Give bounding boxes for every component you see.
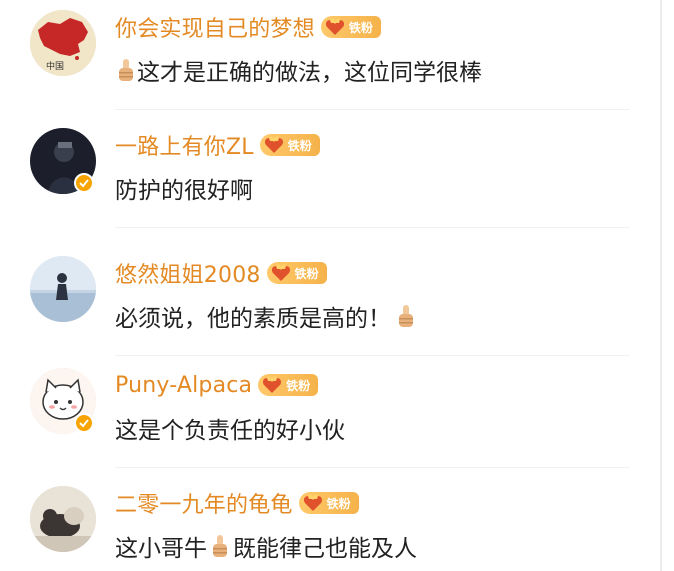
name-row: 悠然姐姐2008 铁粉 xyxy=(115,258,327,288)
username[interactable]: 你会实现自己的梦想 xyxy=(115,11,315,43)
divider xyxy=(115,227,630,228)
comment-text: 这是个负责任的好小伙 xyxy=(115,412,345,444)
avatar[interactable]: 中国 xyxy=(30,10,96,76)
divider xyxy=(115,109,630,110)
heart-crown-icon xyxy=(271,264,290,281)
name-row: Puny-Alpaca 铁粉 xyxy=(115,370,319,400)
thumbs-up-icon xyxy=(209,533,231,559)
comment-list: 中国 你会实现自己的梦想 铁粉 这才是正确的做法，这位同学很棒 一路上有你ZL … xyxy=(0,0,674,571)
sea-avatar-image xyxy=(30,256,96,322)
username[interactable]: Puny-Alpaca xyxy=(115,373,252,398)
username[interactable]: 悠然姐姐2008 xyxy=(115,257,261,289)
comment-item: 中国 你会实现自己的梦想 铁粉 这才是正确的做法，这位同学很棒 xyxy=(30,10,630,110)
username[interactable]: 二零一九年的龟龟 xyxy=(115,487,293,519)
comment-text: 必须说，他的素质是高的！ xyxy=(115,300,417,332)
fan-badge-label: 铁粉 xyxy=(326,496,351,511)
comment-text-content: 必须说，他的素质是高的！ xyxy=(115,306,391,332)
fan-badge-label: 铁粉 xyxy=(294,266,319,281)
fan-badge-label: 铁粉 xyxy=(348,20,373,35)
comment-text-content: 防护的很好啊 xyxy=(115,178,253,204)
comment-text: 这小哥牛 既能律己也能及人 xyxy=(115,530,417,562)
divider xyxy=(115,467,630,468)
comment-item: 悠然姐姐2008 铁粉 必须说，他的素质是高的！ xyxy=(30,256,630,356)
fan-badge[interactable]: 铁粉 xyxy=(259,134,320,156)
thumbs-up-icon xyxy=(115,57,137,83)
fan-badge[interactable]: 铁粉 xyxy=(266,262,327,284)
heart-crown-icon xyxy=(303,494,322,511)
thumbs-up-icon xyxy=(395,303,417,329)
comment-text: 这才是正确的做法，这位同学很棒 xyxy=(115,54,482,86)
avatar[interactable] xyxy=(30,486,96,552)
svg-text:中国: 中国 xyxy=(46,60,64,72)
avatar[interactable] xyxy=(30,256,96,322)
comment-text-after: 既能律己也能及人 xyxy=(233,536,417,562)
comment-text-content: 这才是正确的做法，这位同学很棒 xyxy=(137,60,482,86)
fan-badge[interactable]: 铁粉 xyxy=(258,374,319,396)
username[interactable]: 一路上有你ZL xyxy=(115,129,254,161)
comment-text-before: 这小哥牛 xyxy=(115,536,207,562)
cat-photo-avatar-image xyxy=(30,486,96,552)
fan-badge-label: 铁粉 xyxy=(286,378,311,393)
heart-crown-icon xyxy=(325,18,344,35)
comment-item: 一路上有你ZL 铁粉 防护的很好啊 xyxy=(30,128,630,228)
comment-item: 二零一九年的龟龟 铁粉 这小哥牛 既能律己也能及人 xyxy=(30,486,630,571)
divider xyxy=(115,355,630,356)
name-row: 一路上有你ZL 铁粉 xyxy=(115,130,320,160)
china-map-avatar-image: 中国 xyxy=(30,10,96,76)
comment-text: 防护的很好啊 xyxy=(115,172,253,204)
comment-text-content: 这是个负责任的好小伙 xyxy=(115,418,345,444)
fan-badge[interactable]: 铁粉 xyxy=(320,16,381,38)
name-row: 你会实现自己的梦想 铁粉 xyxy=(115,12,381,42)
scrollbar-track[interactable] xyxy=(660,0,662,571)
fan-badge-label: 铁粉 xyxy=(287,138,312,153)
name-row: 二零一九年的龟龟 铁粉 xyxy=(115,488,359,518)
verified-badge-icon xyxy=(74,413,94,433)
heart-crown-icon xyxy=(264,136,283,153)
fan-badge[interactable]: 铁粉 xyxy=(298,492,359,514)
heart-crown-icon xyxy=(263,376,282,393)
comment-item: Puny-Alpaca 铁粉 这是个负责任的好小伙 xyxy=(30,368,630,468)
verified-badge-icon xyxy=(74,173,94,193)
